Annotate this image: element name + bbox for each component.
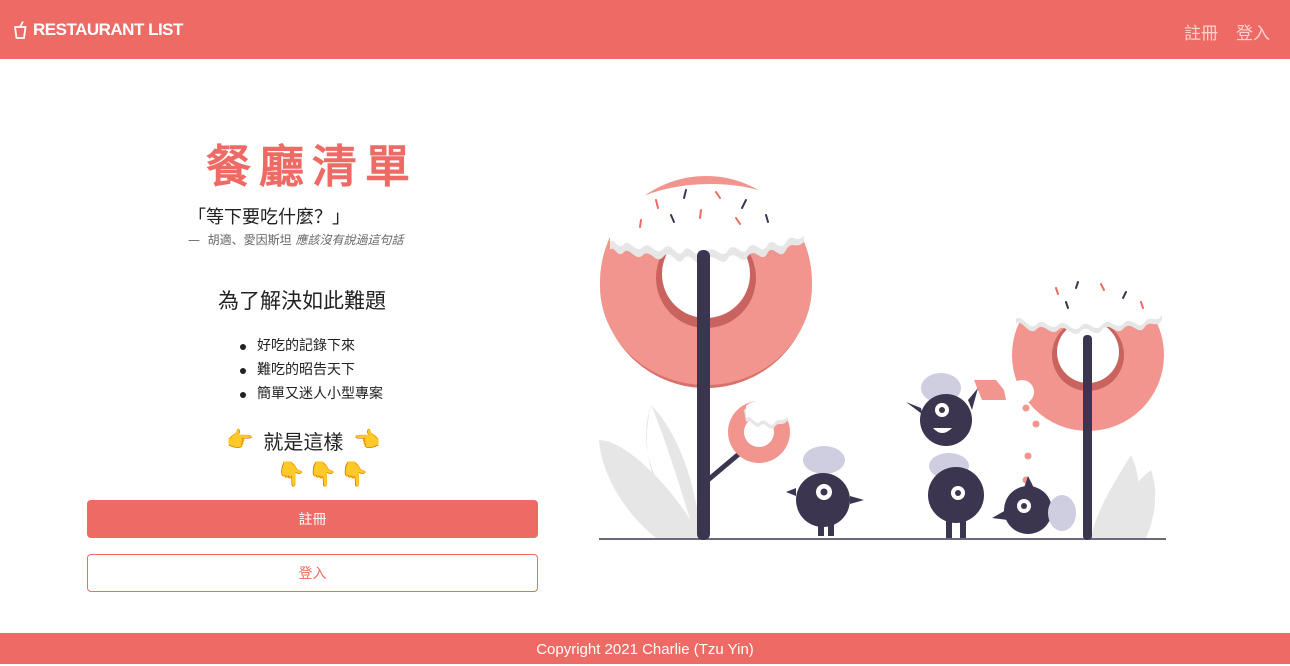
pointing-down-hands: 👇 👇 👇 (276, 460, 370, 488)
problem-heading: 為了解決如此難題 (218, 289, 386, 313)
page-title: 餐廳清單 (205, 140, 418, 193)
nav-register-link[interactable]: 註冊 (1184, 19, 1218, 44)
copyright-text: Copyright 2021 Charlie (Tzu Yin) (536, 641, 754, 658)
feature-list: 好吃的記錄下來 難吃的昭告天下 簡單又迷人小型專案 (240, 334, 383, 406)
small-donut (728, 400, 790, 463)
quote-text: 「等下要吃什麼？」 (188, 207, 350, 228)
pointing-right-hand-icon: 👉 (226, 428, 254, 453)
cup-icon (14, 21, 27, 39)
citation-dash: — (188, 233, 200, 247)
footer: Copyright 2021 Charlie (Tzu Yin) (0, 633, 1290, 664)
big-donut-stick (697, 250, 710, 540)
donut-monsters-illustration (599, 176, 1166, 540)
feature-item: 好吃的記錄下來 (240, 334, 383, 358)
feature-item: 難吃的昭告天下 (240, 358, 383, 382)
navbar: RESTAURANT LIST 註冊 登入 (0, 0, 1290, 59)
this-is-it-line: 👉 就是這樣 👈 (226, 426, 381, 455)
quote-citation: — 胡適、愛因斯坦 應該沒有說過這句話 (188, 231, 404, 248)
login-button[interactable]: 登入 (87, 554, 538, 592)
feature-item: 簡單又迷人小型專案 (240, 382, 383, 406)
right-donut-stick (1083, 335, 1092, 540)
monster-stack (906, 373, 984, 538)
citation-note: 應該沒有說過這句話 (295, 233, 404, 247)
citation-authors: 胡適、愛因斯坦 (207, 233, 292, 247)
pointing-down-hand-icon: 👇 (339, 460, 370, 488)
pointing-left-hand-icon: 👈 (353, 428, 381, 453)
pointing-down-hand-icon: 👇 (276, 460, 306, 488)
nav-links: 註冊 登入 (1184, 19, 1270, 44)
this-is-it-text: 就是這樣 (263, 430, 344, 454)
monster-left (786, 446, 864, 536)
nav-login-link[interactable]: 登入 (1236, 19, 1270, 44)
register-button[interactable]: 註冊 (87, 500, 538, 538)
monster-fallen (992, 476, 1076, 534)
brand-name: RESTAURANT LIST (33, 20, 183, 39)
brand-link[interactable]: RESTAURANT LIST (14, 20, 183, 40)
pointing-down-hand-icon: 👇 (307, 460, 338, 488)
